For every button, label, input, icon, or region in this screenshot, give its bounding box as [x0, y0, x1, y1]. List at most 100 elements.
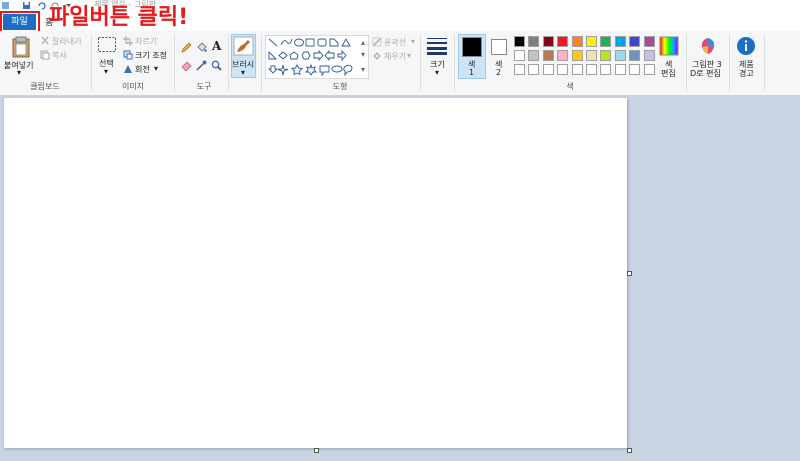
separator — [686, 34, 687, 92]
shapes-grid-icon — [267, 38, 353, 77]
edit-colors-label-b: 편집 — [661, 69, 676, 78]
cut-icon — [41, 36, 49, 45]
palette-swatch[interactable] — [514, 50, 525, 61]
custom-color-slot[interactable] — [614, 64, 626, 75]
palette-swatch[interactable] — [542, 50, 554, 61]
copy-button[interactable]: 복사 — [52, 50, 67, 61]
image-group-label: 이미지 — [121, 82, 145, 91]
palette-swatch[interactable] — [514, 36, 525, 47]
palette-swatch[interactable] — [614, 36, 626, 47]
fill-icon — [373, 52, 381, 60]
custom-color-slot[interactable] — [643, 64, 655, 75]
resize-handle-bottom[interactable] — [314, 448, 319, 453]
file-tab-highlight-box — [0, 11, 40, 33]
palette-swatch[interactable] — [643, 36, 655, 47]
custom-color-slot[interactable] — [542, 64, 554, 75]
separator — [729, 34, 730, 92]
rotate-button[interactable]: 회전 — [135, 64, 150, 75]
custom-color-slot[interactable] — [514, 64, 525, 75]
paste-dropdown-icon[interactable]: ▾ — [17, 68, 21, 77]
palette-swatch[interactable] — [557, 36, 569, 47]
custom-color-slot[interactable] — [629, 64, 641, 75]
ribbon: 붙여넣기 ▾ 잘라내기 복사 클립보드 선택 ▾ 자르기 크기 조정 회전 ▾ … — [0, 31, 800, 96]
paint3d-label-2: D로 편집 — [690, 69, 721, 78]
resize-handle-right[interactable] — [627, 271, 632, 276]
magnifier-icon[interactable] — [211, 60, 222, 71]
palette-swatch[interactable] — [571, 36, 583, 47]
select-icon[interactable] — [97, 36, 117, 54]
resize-handle-corner[interactable] — [627, 448, 632, 453]
shapes-scroll-up-icon[interactable]: ▴ — [361, 38, 365, 47]
fill-button[interactable]: 채우기 — [384, 51, 406, 62]
palette-swatch[interactable] — [586, 50, 597, 61]
palette-swatch[interactable] — [629, 36, 641, 47]
palette-swatch[interactable] — [643, 50, 655, 61]
custom-color-slot[interactable] — [600, 64, 612, 75]
select-dropdown-icon[interactable]: ▾ — [104, 67, 108, 76]
palette-swatch[interactable] — [542, 36, 554, 47]
info-icon[interactable] — [736, 36, 756, 56]
separator — [261, 34, 262, 92]
fill-dropdown-icon[interactable]: ▾ — [407, 51, 411, 60]
shapes-group-label: 도형 — [332, 82, 348, 91]
brushes-dropdown-icon[interactable]: ▾ — [241, 68, 245, 77]
shapes-gallery[interactable] — [265, 35, 369, 79]
edit-colors-icon[interactable] — [659, 36, 679, 56]
crop-icon — [123, 36, 133, 46]
separator — [228, 34, 229, 92]
app-icon — [2, 2, 9, 9]
colors-group-label: 색 — [566, 82, 574, 91]
rotate-dropdown-icon[interactable]: ▾ — [154, 64, 158, 73]
palette-swatch[interactable] — [528, 36, 540, 47]
palette-swatch[interactable] — [586, 36, 597, 47]
separator — [174, 34, 175, 92]
custom-color-slot[interactable] — [528, 64, 540, 75]
eraser-icon[interactable] — [181, 60, 192, 71]
palette-swatch[interactable] — [600, 36, 612, 47]
color1-swatch — [462, 37, 482, 57]
shapes-scroll-down-icon[interactable]: ▾ — [361, 50, 365, 59]
text-tool-icon[interactable]: A — [212, 39, 221, 53]
custom-color-slot[interactable] — [557, 64, 569, 75]
color2-swatch[interactable] — [491, 39, 507, 55]
clipboard-group-label: 클립보드 — [30, 82, 60, 91]
separator — [91, 34, 92, 92]
rotate-icon — [124, 65, 132, 73]
color-picker-icon[interactable] — [196, 60, 207, 71]
shapes-expand-icon[interactable]: ▾ — [361, 65, 365, 74]
palette-swatch[interactable] — [629, 50, 641, 61]
drawing-canvas[interactable] — [4, 98, 627, 448]
separator — [420, 34, 421, 92]
copy-icon — [40, 50, 50, 60]
resize-button[interactable]: 크기 조정 — [135, 50, 167, 61]
fill-bucket-icon[interactable] — [196, 42, 207, 53]
pencil-icon[interactable] — [181, 42, 192, 53]
color1-label-b: 1 — [469, 68, 475, 77]
palette-swatch[interactable] — [571, 50, 583, 61]
tools-group-label: 도구 — [196, 82, 212, 91]
size-dropdown-icon[interactable]: ▾ — [435, 68, 439, 77]
cut-button[interactable]: 잘라내기 — [52, 36, 81, 47]
outline-button[interactable]: 윤곽선 — [384, 37, 406, 48]
color2-label-b: 2 — [496, 68, 502, 77]
custom-color-slot[interactable] — [586, 64, 597, 75]
paint3d-icon[interactable] — [698, 36, 718, 56]
paste-icon[interactable] — [11, 36, 31, 58]
save-icon[interactable] — [22, 1, 31, 10]
custom-color-slot[interactable] — [571, 64, 583, 75]
undo-icon[interactable] — [37, 1, 46, 10]
outline-icon — [372, 37, 382, 47]
annotation-text: 파일버튼 클릭! — [49, 5, 189, 30]
crop-button[interactable]: 자르기 — [135, 36, 157, 47]
separator — [454, 34, 455, 92]
palette-swatch[interactable] — [614, 50, 626, 61]
palette-swatch[interactable] — [557, 50, 569, 61]
palette-swatch[interactable] — [528, 50, 540, 61]
separator — [764, 34, 765, 92]
outline-dropdown-icon[interactable]: ▾ — [411, 37, 415, 46]
product-alert-label-2: 경고 — [739, 69, 754, 78]
brush-icon — [233, 36, 254, 56]
palette-swatch[interactable] — [600, 50, 612, 61]
size-icon[interactable] — [426, 37, 448, 55]
resize-icon — [123, 50, 133, 60]
